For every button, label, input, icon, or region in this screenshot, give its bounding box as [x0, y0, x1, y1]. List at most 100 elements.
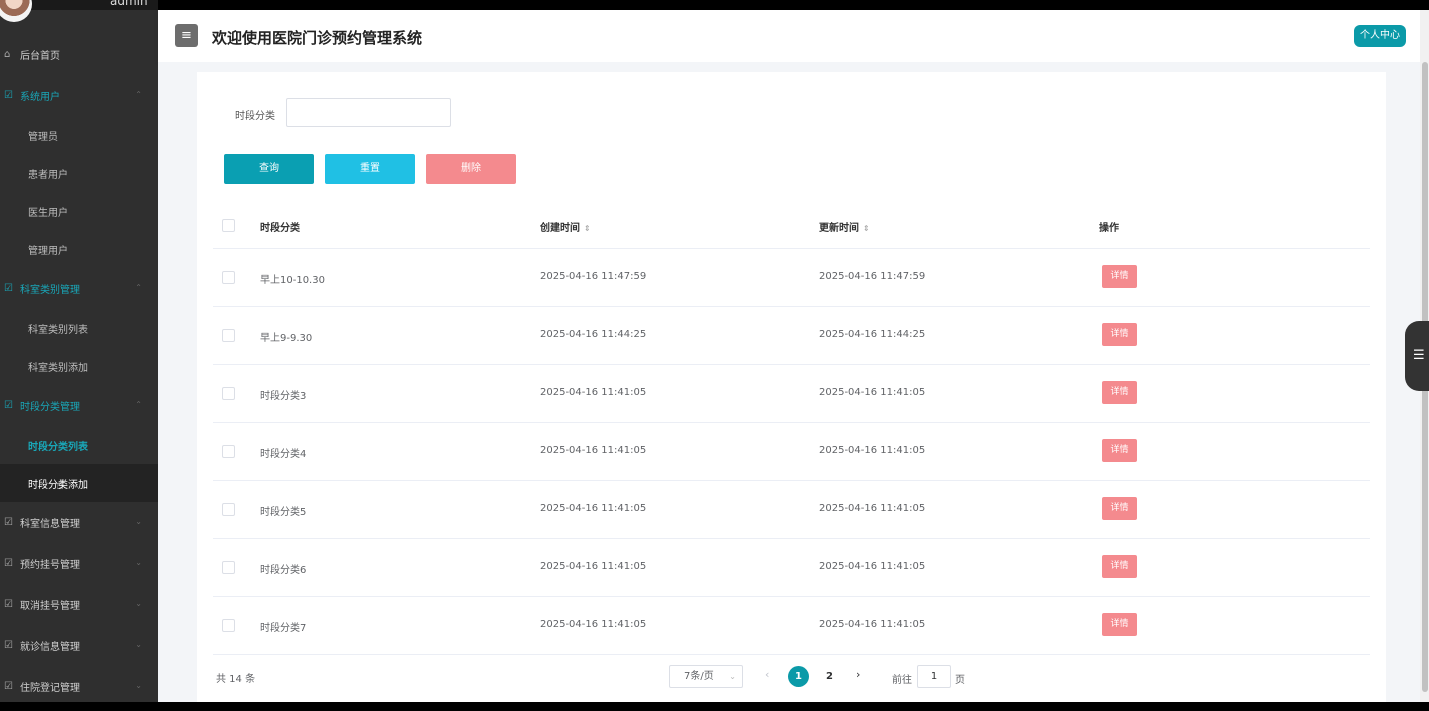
query-button[interactable]: 查询	[224, 154, 314, 184]
cell-updated: 2025-04-16 11:41:05	[819, 503, 926, 514]
chevron-down-icon: ⌄	[135, 599, 142, 608]
hamburger-icon[interactable]: ≡	[175, 24, 198, 47]
column-header-label: 创建时间	[540, 223, 580, 234]
cell-category: 时段分类6	[260, 565, 307, 576]
sidebar-item-doctors[interactable]: 医生用户	[0, 192, 158, 230]
detail-button[interactable]: 详情	[1102, 613, 1137, 636]
detail-button[interactable]: 详情	[1102, 381, 1137, 404]
reset-button[interactable]: 重置	[325, 154, 415, 184]
sidebar-group-label: 住院登记管理	[20, 683, 80, 694]
prev-page-icon[interactable]: ‹	[765, 668, 769, 681]
sidebar-item-dept-category-add[interactable]: 科室类别添加	[0, 347, 158, 385]
sidebar-group-appointments[interactable]: ☑ 预约挂号管理 ⌄	[0, 543, 158, 584]
column-header-created[interactable]: 创建时间 ⇕	[540, 219, 591, 234]
edit-icon: ☑	[4, 283, 13, 294]
sidebar-menu: ⌂ 后台首页 ☑ 系统用户 ⌃ 管理员 患者用户 医生用户 管理用户 ☑ 科室类…	[0, 34, 158, 707]
sidebar-group-label: 取消挂号管理	[20, 601, 80, 612]
side-panel-toggle-icon[interactable]: ☰	[1405, 321, 1429, 391]
row-checkbox[interactable]	[222, 503, 235, 516]
page-number-2[interactable]: 2	[819, 666, 840, 687]
sidebar-group-label: 时段分类管理	[20, 402, 80, 413]
sidebar-item-timeslot-list[interactable]: 时段分类列表	[0, 426, 158, 464]
table-row: 时段分类5 2025-04-16 11:41:05 2025-04-16 11:…	[213, 481, 1370, 539]
edit-icon: ☑	[4, 558, 13, 569]
row-checkbox[interactable]	[222, 387, 235, 400]
table-row: 时段分类6 2025-04-16 11:41:05 2025-04-16 11:…	[213, 539, 1370, 597]
window-top-strip	[158, 0, 1429, 10]
detail-button[interactable]: 详情	[1102, 439, 1137, 462]
column-header-actions: 操作	[1099, 223, 1119, 234]
total-count: 共 14 条	[216, 674, 256, 685]
sidebar-group-cancel[interactable]: ☑ 取消挂号管理 ⌄	[0, 584, 158, 625]
chevron-up-icon: ⌃	[135, 283, 142, 292]
cell-updated: 2025-04-16 11:41:05	[819, 387, 926, 398]
chevron-down-icon: ⌄	[135, 681, 142, 690]
cell-updated: 2025-04-16 11:41:05	[819, 561, 926, 572]
cell-category: 早上10-10.30	[260, 275, 325, 286]
page-title: 欢迎使用医院门诊预约管理系统	[212, 29, 423, 47]
sidebar-item-admins[interactable]: 管理员	[0, 116, 158, 154]
row-checkbox[interactable]	[222, 561, 235, 574]
sidebar-item-dept-category-list[interactable]: 科室类别列表	[0, 309, 158, 347]
timeslot-category-input[interactable]	[286, 98, 451, 127]
main-panel: 时段分类 查询 重置 删除 时段分类 创建时间 ⇕ 更新时间 ⇕ 操作 早上10-1…	[197, 72, 1386, 702]
window-bottom-bar	[0, 702, 1429, 711]
sidebar-item-patients[interactable]: 患者用户	[0, 154, 158, 192]
sidebar-item-label: 管理用户	[28, 245, 68, 257]
sidebar-group-system-users[interactable]: ☑ 系统用户 ⌃	[0, 75, 158, 116]
row-checkbox[interactable]	[222, 445, 235, 458]
edit-icon: ☑	[4, 517, 13, 528]
sidebar-item-timeslot-add[interactable]: 时段分类添加 ☝	[0, 464, 158, 502]
page-size-select[interactable]: 7条/页 ⌄	[669, 665, 743, 688]
column-header-label: 更新时间	[819, 223, 859, 234]
chevron-down-icon: ⌄	[729, 672, 736, 681]
sidebar-group-timeslot[interactable]: ☑ 时段分类管理 ⌃	[0, 385, 158, 426]
avatar[interactable]	[0, 0, 32, 22]
sort-icon[interactable]: ⇕	[863, 224, 870, 233]
column-header-updated[interactable]: 更新时间 ⇕	[819, 219, 870, 234]
delete-button[interactable]: 删除	[426, 154, 516, 184]
table-row: 早上10-10.30 2025-04-16 11:47:59 2025-04-1…	[213, 249, 1370, 307]
table-header: 时段分类 创建时间 ⇕ 更新时间 ⇕ 操作	[213, 202, 1370, 249]
cell-updated: 2025-04-16 11:44:25	[819, 329, 926, 340]
page-number-1[interactable]: 1	[788, 666, 809, 687]
cell-updated: 2025-04-16 11:41:05	[819, 619, 926, 630]
chevron-down-icon: ⌄	[135, 640, 142, 649]
sidebar-item-home[interactable]: ⌂ 后台首页	[0, 34, 158, 75]
sidebar-item-label: 后台首页	[20, 51, 60, 62]
goto-page-input[interactable]: 1	[917, 665, 951, 688]
sidebar-group-visits[interactable]: ☑ 就诊信息管理 ⌄	[0, 625, 158, 666]
cell-category: 时段分类7	[260, 623, 307, 634]
detail-button[interactable]: 详情	[1102, 265, 1137, 288]
table-row: 时段分类7 2025-04-16 11:41:05 2025-04-16 11:…	[213, 597, 1370, 655]
table-row: 时段分类4 2025-04-16 11:41:05 2025-04-16 11:…	[213, 423, 1370, 481]
cell-category: 早上9-9.30	[260, 333, 313, 344]
select-all-checkbox[interactable]	[222, 219, 235, 232]
sidebar-group-dept-info[interactable]: ☑ 科室信息管理 ⌄	[0, 502, 158, 543]
sidebar-group-dept-category[interactable]: ☑ 科室类别管理 ⌃	[0, 268, 158, 309]
sidebar-item-label: 管理员	[28, 131, 58, 143]
edit-icon: ☑	[4, 599, 13, 610]
cell-created: 2025-04-16 11:44:25	[540, 329, 647, 340]
sidebar-item-label: 医生用户	[28, 207, 68, 219]
cell-created: 2025-04-16 11:47:59	[540, 271, 647, 282]
sidebar-group-inpatient[interactable]: ☑ 住院登记管理 ⌄	[0, 666, 158, 707]
edit-icon: ☑	[4, 400, 13, 411]
detail-button[interactable]: 详情	[1102, 555, 1137, 578]
sidebar-item-label: 科室类别列表	[28, 324, 88, 336]
user-center-button[interactable]: 个人中心	[1354, 25, 1406, 47]
sidebar-item-label: 患者用户	[28, 169, 68, 181]
table-row: 时段分类3 2025-04-16 11:41:05 2025-04-16 11:…	[213, 365, 1370, 423]
chevron-down-icon: ⌄	[135, 517, 142, 526]
header: ≡ 欢迎使用医院门诊预约管理系统 个人中心	[158, 10, 1420, 62]
detail-button[interactable]: 详情	[1102, 497, 1137, 520]
sort-icon[interactable]: ⇕	[584, 224, 591, 233]
sidebar-item-label: 时段分类列表	[28, 441, 88, 453]
row-checkbox[interactable]	[222, 619, 235, 632]
row-checkbox[interactable]	[222, 271, 235, 284]
row-checkbox[interactable]	[222, 329, 235, 342]
sidebar-item-managers[interactable]: 管理用户	[0, 230, 158, 268]
detail-button[interactable]: 详情	[1102, 323, 1137, 346]
page-size-value: 7条/页	[684, 671, 714, 682]
next-page-icon[interactable]: ›	[856, 668, 860, 681]
